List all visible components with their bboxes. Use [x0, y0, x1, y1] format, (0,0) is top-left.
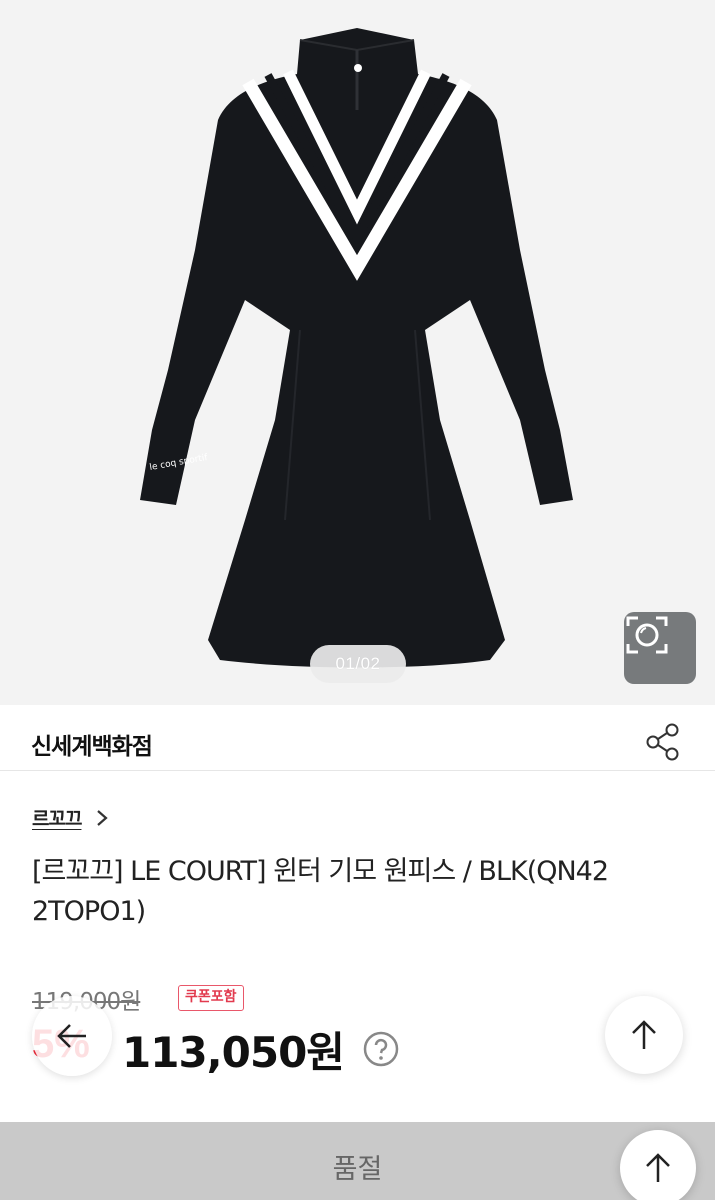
arrow-left-icon	[57, 1024, 86, 1048]
sale-price: 113,050원	[122, 1028, 345, 1077]
price-help-button[interactable]	[362, 1030, 400, 1068]
dress-silhouette	[140, 28, 573, 668]
chevron-right-icon	[97, 809, 109, 826]
scroll-top-button-secondary[interactable]	[620, 1130, 696, 1200]
store-name[interactable]: 신세계백화점	[31, 727, 153, 761]
share-icon	[646, 723, 679, 761]
scroll-top-button[interactable]	[605, 996, 683, 1074]
question-circle-icon	[363, 1031, 399, 1067]
coupon-badge: 쿠폰포함	[178, 985, 244, 1011]
brand-name: 르꼬끄	[32, 808, 82, 830]
arrow-up-icon	[646, 1153, 670, 1182]
share-button[interactable]	[640, 719, 686, 765]
product-image-gallery[interactable]: le coq sportif 01/02	[0, 0, 715, 705]
back-button[interactable]	[32, 996, 112, 1076]
product-title: [르꼬끄] LE COURT] 윈터 기모 원피스 / BLK(QN42 2TO…	[32, 856, 609, 927]
image-counter: 01/02	[310, 645, 406, 683]
image-counter-label: 01/02	[335, 654, 381, 673]
soldout-bar: 품절	[0, 1122, 715, 1200]
brand-link[interactable]: 르꼬끄	[32, 804, 109, 831]
dress-image: le coq sportif	[140, 28, 573, 668]
camera-search-button[interactable]	[624, 612, 696, 684]
arrow-up-icon	[632, 1020, 656, 1049]
store-bar: 신세계백화점	[0, 705, 715, 771]
soldout-label: 품절	[332, 1154, 383, 1185]
camera-search-icon	[626, 616, 668, 654]
